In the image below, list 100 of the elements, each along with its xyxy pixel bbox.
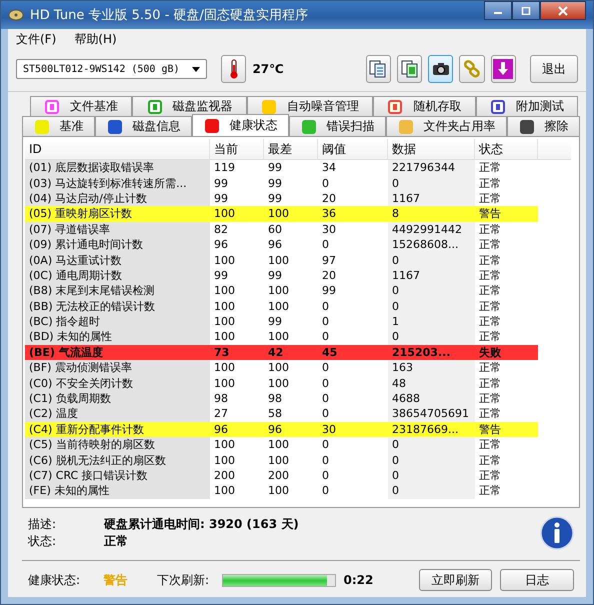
table-cell-text: 正常: [478, 376, 502, 391]
table-cell-text: 100: [267, 437, 290, 452]
table-cell: (04) 马达启动/停止计数: [25, 190, 210, 206]
tab[interactable]: 文件基准: [30, 96, 132, 116]
table-cell-text: 100: [213, 283, 236, 299]
table-cell: (BD) 未知的属性: [25, 329, 210, 345]
table-cell: 0: [388, 483, 475, 499]
table-row[interactable]: (04) 马达启动/停止计数 99 99 20 1167 正常: [25, 190, 571, 206]
table-row[interactable]: (C1) 负载周期数 98 98 0 4688 正常: [25, 390, 571, 406]
table-cell-text: 100: [213, 298, 236, 314]
table-cell: (BF) 震动侦测错误率: [25, 360, 210, 376]
caret-icon: [192, 66, 200, 72]
table-cell-text: 正常: [478, 437, 502, 452]
table-cell-text: 正常: [478, 268, 502, 284]
menu-item[interactable]: 文件(F): [16, 30, 56, 48]
table-cell-text: 119: [213, 160, 236, 176]
temperature-button[interactable]: [221, 55, 246, 83]
toolbar-button[interactable]: [428, 55, 454, 83]
table-cell-text: 0: [321, 452, 330, 468]
exit-button[interactable]: 退出: [530, 55, 578, 83]
tab[interactable]: 磁盘信息: [95, 116, 192, 136]
table-cell: 221796344: [388, 160, 475, 176]
minimize-button[interactable]: [484, 1, 512, 20]
tab[interactable]: 错误扫描: [289, 116, 386, 136]
column-header[interactable]: ID: [25, 139, 210, 159]
maximize-button[interactable]: [512, 1, 540, 20]
table-cell-text: 100: [267, 298, 290, 314]
tab[interactable]: 文件夹占用率: [386, 116, 507, 136]
table-cell-text: 97: [321, 252, 337, 268]
table-cell: 0: [388, 452, 475, 468]
table-cell: (C7) CRC 接口错误计数: [25, 468, 210, 484]
table-row[interactable]: (BB) 无法校正的错误计数 100 100 0 0 正常: [25, 298, 571, 314]
table-cell-text: 99: [267, 314, 283, 330]
table-cell-text: 正常: [478, 190, 502, 206]
table-cell-text: 0: [321, 314, 330, 330]
table-cell-text: 正常: [478, 391, 502, 406]
tab[interactable]: 自动噪音管理: [246, 96, 374, 116]
table-cell: 15268608...: [388, 236, 475, 252]
table-row[interactable]: (07) 寻道错误率 82 60 30 4492991442 正常: [25, 222, 571, 237]
table-row[interactable]: (B8) 末尾到末尾错误检测 100 100 99 0 正常: [25, 283, 571, 299]
column-header[interactable]: 当前: [210, 139, 264, 159]
table-row[interactable]: (BD) 未知的属性 100 100 0 0 正常: [25, 329, 571, 345]
table-cell-text: 20: [321, 268, 337, 284]
table-row[interactable]: (C2) 温度 27 58 0 38654705691 正常: [25, 406, 571, 422]
table-cell: 4688: [388, 390, 475, 406]
table-row[interactable]: (0A) 马达重试计数 100 100 97 0 正常: [25, 252, 571, 268]
action-button[interactable]: 日志: [500, 569, 574, 591]
table-cell: (C1) 负载周期数: [25, 390, 210, 406]
table-row[interactable]: (C0) 不安全关闭计数 100 100 0 48 正常: [25, 375, 571, 391]
tab[interactable]: 健康状态: [192, 114, 289, 136]
table-row[interactable]: (FE) 未知的属性 100 100 0 0 正常: [25, 483, 571, 499]
table-cell: (FE) 未知的属性: [25, 483, 210, 499]
table-cell-text: 99: [267, 176, 283, 191]
toolbar-button[interactable]: [366, 55, 391, 83]
table-cell-text: 20: [321, 190, 337, 206]
close-icon: [558, 6, 568, 16]
table-row[interactable]: (C7) CRC 接口错误计数 200 200 0 0 正常: [25, 468, 571, 484]
column-header[interactable]: 阈值: [318, 139, 388, 159]
table-row[interactable]: (C5) 当前待映射的扇区数 100 100 0 0 正常: [25, 437, 571, 452]
action-button[interactable]: 立即刷新: [418, 569, 492, 591]
menu-item[interactable]: 帮助(H): [74, 30, 117, 48]
table-cell-text: 100: [267, 283, 290, 299]
table-cell: (C0) 不安全关闭计数: [25, 375, 210, 391]
tab[interactable]: 擦除: [507, 116, 580, 136]
close-button[interactable]: [540, 1, 586, 20]
table-cell-text: 100: [267, 483, 290, 499]
chain-icon: [463, 60, 482, 78]
thermometer-icon: [228, 59, 239, 79]
table-cell-text: 100: [213, 376, 236, 391]
table-row[interactable]: (09) 累计通电时间计数 96 96 0 15268608... 正常: [25, 236, 571, 252]
tab[interactable]: 基准: [22, 116, 95, 136]
table-cell: 48: [388, 375, 475, 391]
table-row[interactable]: (01) 底层数据读取错误率 119 99 34 221796344 正常: [25, 160, 571, 176]
drive-dropdown[interactable]: ST500LT012-9WS142 (500 gB): [16, 59, 208, 79]
table-cell-text: 99: [321, 283, 337, 299]
tab[interactable]: 随机存取: [373, 96, 476, 116]
table-row[interactable]: (03) 马达旋转到标准转速所需... 99 99 0 0 正常: [25, 175, 571, 191]
column-header[interactable]: 状态: [475, 139, 538, 159]
table-row[interactable]: (C6) 脱机无法纠正的扇区数 100 100 0 0 正常: [25, 452, 571, 468]
column-header[interactable]: 最差: [264, 139, 318, 159]
toolbar-button[interactable]: [396, 55, 422, 83]
table-cell: (0C) 通电周期计数: [25, 268, 210, 284]
table-cell-text: 0: [321, 237, 330, 252]
table-cell-text: 99: [213, 268, 229, 284]
table-cell: 1: [388, 314, 475, 330]
window-title: HD Tune 专业版 5.50 - 硬盘/固态硬盘实用程序: [30, 7, 309, 24]
copy-icon: [400, 60, 419, 78]
column-header[interactable]: 数据: [388, 139, 475, 159]
table-row[interactable]: (BF) 震动侦测错误率 100 100 0 163 正常: [25, 360, 571, 376]
table-cell-text: 0: [321, 376, 330, 391]
table-cell: (07) 寻道错误率: [25, 222, 210, 237]
table-cell-text: 正常: [478, 283, 502, 299]
table-cell-text: 98: [267, 391, 283, 406]
tab[interactable]: 附加测试: [476, 96, 578, 116]
table-row[interactable]: (BC) 指令超时 100 99 0 1 正常: [25, 314, 571, 330]
tab[interactable]: 磁盘监视器: [132, 96, 247, 116]
table-cell: (C6) 脱机无法纠正的扇区数: [25, 452, 210, 468]
table-cell: (C2) 温度: [25, 406, 210, 422]
table-cell-text: 正常: [478, 222, 502, 237]
table-row[interactable]: (0C) 通电周期计数 99 99 20 1167 正常: [25, 268, 571, 284]
